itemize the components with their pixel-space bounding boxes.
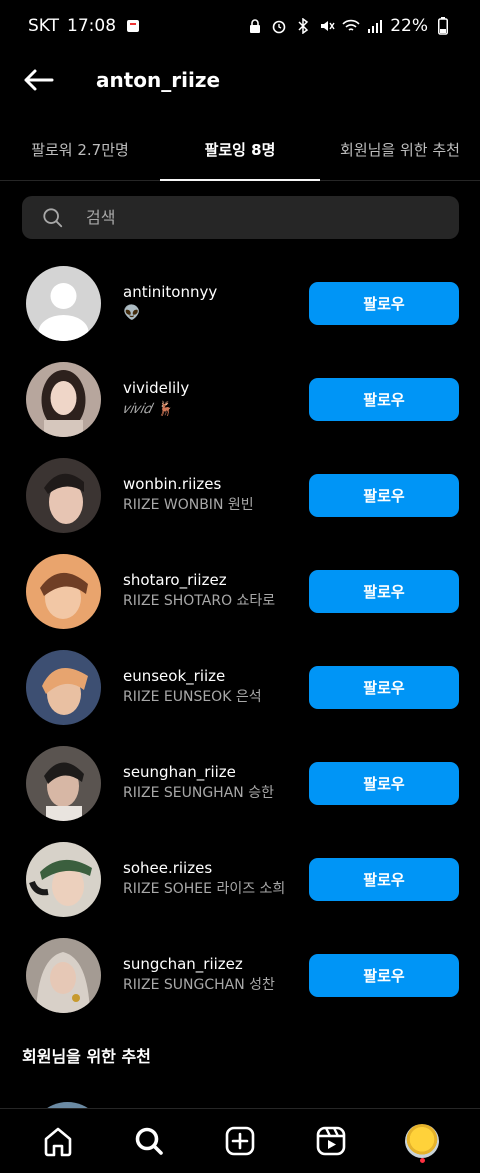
- tab-following[interactable]: 팔로잉 8명: [160, 118, 320, 181]
- display-name: 👽: [123, 305, 141, 321]
- nav-create[interactable]: [216, 1117, 264, 1165]
- list-item[interactable]: seunghan_riize RIIZE SEUNGHAN 승한 팔로우: [0, 735, 480, 831]
- create-icon: [225, 1126, 255, 1156]
- search-bar[interactable]: [22, 196, 459, 239]
- list-item[interactable]: wonbin.riizes RIIZE WONBIN 원빈 팔로우: [0, 447, 480, 543]
- alarm-icon: [270, 17, 288, 35]
- top-header: anton_riize: [0, 52, 480, 108]
- follow-button[interactable]: 팔로우: [309, 857, 459, 901]
- home-icon: [44, 1127, 71, 1157]
- section-title: 회원님을 위한 추천: [22, 1047, 151, 1066]
- tab-suggested[interactable]: 회원님을 위한 추천: [320, 118, 480, 180]
- username[interactable]: antinitonnyy: [123, 282, 303, 302]
- notification-dot: [420, 1158, 426, 1163]
- tab-followers[interactable]: 팔로워 2.7만명: [0, 118, 160, 180]
- avatar[interactable]: [26, 361, 101, 437]
- display-name: RIIZE SHOTARO 쇼타로: [123, 593, 276, 609]
- list-item[interactable]: antinitonnyy 👽 팔로우: [0, 255, 480, 351]
- follow-button[interactable]: 팔로우: [309, 281, 459, 325]
- avatar[interactable]: [26, 745, 101, 821]
- avatar[interactable]: [26, 553, 101, 629]
- list-item[interactable]: sungchan_riizez RIIZE SUNGCHAN 성찬 팔로우: [0, 927, 480, 1023]
- bottom-nav: [0, 1108, 480, 1173]
- display-name: RIIZE SOHEE 라이즈 소희: [123, 881, 286, 897]
- username[interactable]: sohee.riizes: [123, 858, 303, 878]
- avatar[interactable]: [26, 937, 101, 1013]
- username[interactable]: sungchan_riizez: [123, 954, 303, 974]
- bluetooth-icon: [294, 17, 312, 35]
- carrier-label: SKT: [28, 16, 60, 36]
- username[interactable]: eunseok_riize: [123, 666, 303, 686]
- following-list: antinitonnyy 👽 팔로우 vividelily 𝑣𝑖𝑣𝑖𝑑 🦌 팔로…: [0, 255, 480, 1023]
- list-item[interactable]: vividelily 𝑣𝑖𝑣𝑖𝑑 🦌 팔로우: [0, 351, 480, 447]
- nav-search[interactable]: [125, 1117, 173, 1165]
- display-name: RIIZE SUNGCHAN 성찬: [123, 977, 275, 993]
- signal-icon: [366, 17, 384, 35]
- display-name: RIIZE WONBIN 원빈: [123, 497, 254, 513]
- status-bar: SKT 17:08 22%: [0, 0, 480, 52]
- username[interactable]: vividelily: [123, 378, 303, 398]
- follow-button[interactable]: 팔로우: [309, 761, 459, 805]
- tab-bar: 팔로워 2.7만명 팔로잉 8명 회원님을 위한 추천: [0, 118, 480, 181]
- nav-reels[interactable]: [307, 1117, 355, 1165]
- follow-button[interactable]: 팔로우: [309, 665, 459, 709]
- avatar[interactable]: [26, 841, 101, 917]
- display-name: RIIZE EUNSEOK 은석: [123, 689, 262, 705]
- search-icon: [43, 207, 63, 227]
- back-arrow-icon: [24, 69, 54, 91]
- battery-percent: 22%: [390, 16, 428, 36]
- search-input[interactable]: [86, 208, 416, 227]
- battery-icon: [434, 17, 452, 35]
- display-name: RIIZE SEUNGHAN 승한: [123, 785, 274, 801]
- follow-button[interactable]: 팔로우: [309, 473, 459, 517]
- list-item[interactable]: shotaro_riizez RIIZE SHOTARO 쇼타로 팔로우: [0, 543, 480, 639]
- back-button[interactable]: [0, 52, 76, 108]
- avatar[interactable]: [26, 457, 101, 533]
- page-title: anton_riize: [96, 68, 221, 92]
- list-item[interactable]: sohee.riizes RIIZE SOHEE 라이즈 소희 팔로우: [0, 831, 480, 927]
- notification-icon: [124, 17, 142, 35]
- avatar[interactable]: [26, 649, 101, 725]
- follow-button[interactable]: 팔로우: [309, 569, 459, 613]
- nav-home[interactable]: [34, 1117, 82, 1165]
- reels-icon: [316, 1126, 346, 1156]
- avatar[interactable]: [26, 265, 101, 341]
- clock: 17:08: [67, 16, 117, 36]
- mute-icon: [318, 17, 336, 35]
- list-item[interactable]: eunseok_riize RIIZE EUNSEOK 은석 팔로우: [0, 639, 480, 735]
- nav-profile[interactable]: [398, 1117, 446, 1165]
- username[interactable]: wonbin.riizes: [123, 474, 303, 494]
- username[interactable]: seunghan_riize: [123, 762, 303, 782]
- search-icon: [135, 1127, 163, 1155]
- lock-icon: [246, 17, 264, 35]
- username[interactable]: shotaro_riizez: [123, 570, 303, 590]
- follow-button[interactable]: 팔로우: [309, 377, 459, 421]
- follow-button[interactable]: 팔로우: [309, 953, 459, 997]
- profile-avatar: [405, 1124, 440, 1158]
- display-name: 𝑣𝑖𝑣𝑖𝑑 🦌: [123, 401, 174, 417]
- wifi-icon: [342, 17, 360, 35]
